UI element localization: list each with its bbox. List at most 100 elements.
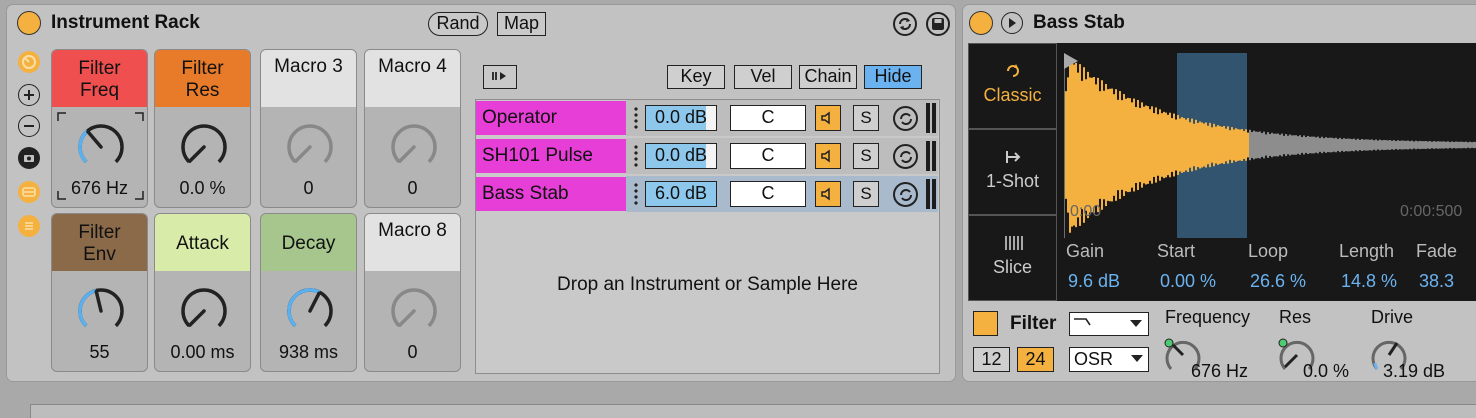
speaker-icon[interactable] bbox=[815, 105, 841, 131]
detail-view-strip bbox=[30, 404, 1476, 418]
chain-list-icon[interactable] bbox=[18, 181, 40, 203]
fade-label: Fade bbox=[1416, 241, 1458, 261]
macro-value: 0 bbox=[303, 178, 314, 198]
macro-5[interactable]: Filter Env 55 bbox=[51, 213, 148, 372]
chain-name[interactable]: SH101 Pulse bbox=[476, 139, 626, 173]
macro-label: Filter Env bbox=[52, 214, 147, 271]
chain-volume[interactable]: 6.0 dB bbox=[645, 181, 717, 207]
chain-controls: 0.0 dB C S bbox=[626, 100, 938, 136]
chain-row[interactable]: Operator 0.0 dB C S bbox=[476, 100, 938, 136]
loop-label: Loop bbox=[1248, 241, 1289, 261]
rack-power-button[interactable] bbox=[17, 11, 41, 35]
simpler-power-button[interactable] bbox=[969, 11, 993, 35]
res-label: Res bbox=[1279, 307, 1312, 327]
map-button[interactable]: Map bbox=[497, 12, 546, 36]
hot-swap-icon[interactable] bbox=[893, 106, 918, 131]
macro-8[interactable]: Macro 8 0 bbox=[364, 213, 461, 372]
drive-value: 3.19 dB bbox=[1383, 361, 1446, 381]
filter-label: Filter bbox=[1010, 313, 1057, 334]
drag-handle-icon[interactable] bbox=[634, 106, 638, 130]
chain-name[interactable]: Bass Stab bbox=[476, 177, 626, 211]
start-value[interactable]: 0.00 % bbox=[1160, 271, 1216, 292]
macro-knob[interactable] bbox=[387, 284, 441, 338]
chain-select-button[interactable]: Chain bbox=[799, 65, 857, 89]
chain-row[interactable]: Bass Stab 6.0 dB C S bbox=[476, 176, 938, 212]
meter-left bbox=[926, 103, 930, 133]
mode-one-shot[interactable]: 1-Shot bbox=[968, 129, 1057, 215]
macro-knob[interactable] bbox=[283, 120, 337, 174]
hot-swap-icon[interactable] bbox=[893, 182, 918, 207]
macro-knob[interactable] bbox=[283, 284, 337, 338]
res-value: 0.0 % bbox=[1303, 361, 1350, 381]
macro-6[interactable]: Attack 0.00 ms bbox=[154, 213, 251, 372]
frequency-label: Frequency bbox=[1165, 307, 1251, 327]
chain-controls: 6.0 dB C S bbox=[626, 176, 938, 212]
time-start-label: 0:00 bbox=[1070, 203, 1102, 220]
fade-value[interactable]: 38.3 bbox=[1419, 271, 1454, 292]
meter-right bbox=[932, 103, 936, 133]
solo-button[interactable]: S bbox=[853, 105, 879, 131]
remove-macro-icon[interactable] bbox=[18, 115, 40, 137]
macro-label: Macro 3 bbox=[261, 50, 356, 107]
chain-pan[interactable]: C bbox=[730, 105, 806, 131]
simpler-device: Bass Stab Classic 1-Shot Slice 0:00 0:00… bbox=[962, 4, 1476, 382]
chain-pan[interactable]: C bbox=[730, 181, 806, 207]
macro-knob[interactable] bbox=[74, 284, 128, 338]
slope-24-button[interactable]: 24 bbox=[1017, 347, 1054, 372]
length-value[interactable]: 14.8 % bbox=[1341, 271, 1397, 292]
drive-label: Drive bbox=[1371, 307, 1414, 327]
macro-knob[interactable] bbox=[177, 120, 231, 174]
macro-label: Macro 4 bbox=[365, 50, 460, 107]
vel-zone-button[interactable]: Vel bbox=[734, 65, 792, 89]
chain-pan[interactable]: C bbox=[730, 143, 806, 169]
rack-title: Instrument Rack bbox=[51, 12, 200, 33]
macro-label: Filter Res bbox=[155, 50, 250, 107]
length-label: Length bbox=[1339, 241, 1395, 261]
drag-handle-icon[interactable] bbox=[634, 182, 638, 206]
filter-toggle[interactable] bbox=[973, 311, 998, 336]
simpler-title: Bass Stab bbox=[1033, 12, 1125, 33]
speaker-icon[interactable] bbox=[815, 143, 841, 169]
chain-list[interactable]: Operator 0.0 dB C S SH101 Pulse 0.0 dB C… bbox=[475, 99, 940, 374]
gain-label: Gain bbox=[1066, 241, 1105, 261]
device-list-icon[interactable] bbox=[18, 215, 40, 237]
macro-visibility-icon[interactable] bbox=[18, 51, 40, 73]
gain-value[interactable]: 9.6 dB bbox=[1068, 271, 1120, 292]
macro-value: 0 bbox=[407, 342, 418, 362]
osr-select[interactable]: OSR bbox=[1069, 347, 1149, 372]
drag-handle-icon[interactable] bbox=[634, 144, 638, 168]
macro-7[interactable]: Decay 938 ms bbox=[260, 213, 357, 372]
solo-button[interactable]: S bbox=[853, 143, 879, 169]
slope-12-button[interactable]: 12 bbox=[973, 347, 1010, 372]
macro-value: 55 bbox=[89, 342, 110, 362]
loop-value[interactable]: 26.6 % bbox=[1250, 271, 1306, 292]
mode-slice[interactable]: Slice bbox=[968, 215, 1057, 301]
hot-swap-icon[interactable] bbox=[893, 12, 917, 36]
chain-volume[interactable]: 0.0 dB bbox=[645, 143, 717, 169]
key-zone-button[interactable]: Key bbox=[667, 65, 725, 89]
chain-name[interactable]: Operator bbox=[476, 101, 626, 135]
macro-4[interactable]: Macro 4 0 bbox=[364, 49, 461, 208]
save-preset-icon[interactable] bbox=[926, 12, 950, 36]
hot-swap-icon[interactable] bbox=[893, 144, 918, 169]
macro-value: 676 Hz bbox=[70, 178, 129, 198]
rand-button[interactable]: Rand bbox=[428, 12, 488, 36]
sample-display: Classic 1-Shot Slice 0:00 0:00:500 Gain … bbox=[968, 43, 1476, 301]
hide-button[interactable]: Hide bbox=[864, 65, 922, 89]
add-macro-icon[interactable] bbox=[18, 84, 40, 106]
mode-classic[interactable]: Classic bbox=[968, 43, 1057, 129]
chain-volume[interactable]: 0.0 dB bbox=[645, 105, 717, 131]
chain-activator-button[interactable] bbox=[483, 65, 517, 89]
macro-knob[interactable] bbox=[177, 284, 231, 338]
snapshot-icon[interactable] bbox=[18, 147, 40, 169]
solo-button[interactable]: S bbox=[853, 181, 879, 207]
macro-1[interactable]: Filter Freq 676 Hz bbox=[51, 49, 148, 208]
filter-type-select[interactable] bbox=[1069, 312, 1149, 336]
start-label: Start bbox=[1157, 241, 1196, 261]
macro-3[interactable]: Macro 3 0 bbox=[260, 49, 357, 208]
preview-play-icon[interactable] bbox=[1001, 12, 1023, 34]
speaker-icon[interactable] bbox=[815, 181, 841, 207]
macro-knob[interactable] bbox=[387, 120, 441, 174]
chain-row[interactable]: SH101 Pulse 0.0 dB C S bbox=[476, 138, 938, 174]
macro-2[interactable]: Filter Res 0.0 % bbox=[154, 49, 251, 208]
